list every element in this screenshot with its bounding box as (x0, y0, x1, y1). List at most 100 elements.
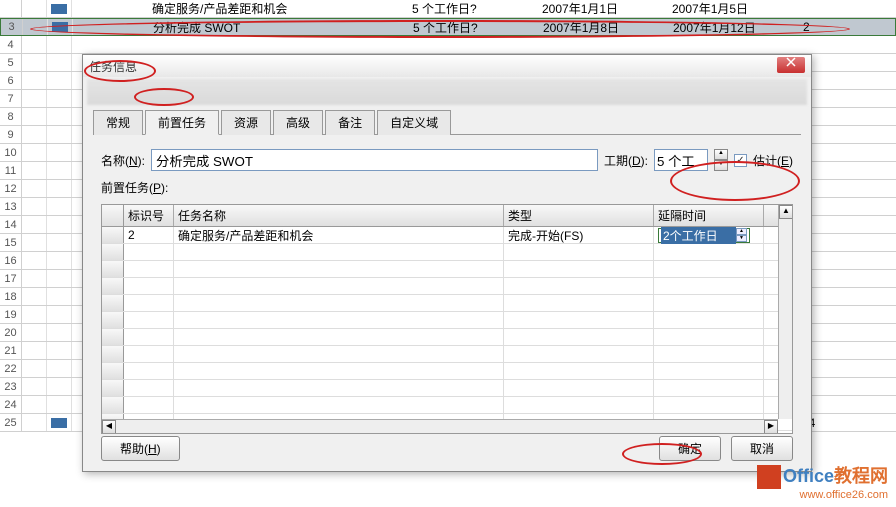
task-mode-icon (47, 162, 72, 179)
col-header-id[interactable]: 标识号 (124, 205, 174, 226)
grid-empty-row[interactable] (102, 329, 792, 346)
scroll-left-icon[interactable]: ◀ (102, 420, 116, 434)
row-number[interactable]: 22 (0, 360, 22, 377)
col-header-type[interactable]: 类型 (504, 205, 654, 226)
indicator-icon (22, 162, 47, 179)
row-number[interactable]: 21 (0, 342, 22, 359)
spin-up-icon[interactable]: ▲ (714, 149, 728, 160)
task-mode-icon (47, 396, 72, 413)
duration-cell[interactable]: 5 个工作日? (412, 0, 542, 17)
start-date-cell[interactable]: 2007年1月8日 (543, 19, 673, 36)
row-number[interactable]: 9 (0, 126, 22, 143)
dialog-title-text: 任务信息 (89, 58, 137, 75)
row-number[interactable]: 20 (0, 324, 22, 341)
lag-input[interactable]: 2个工作日 ▲ ▼ (658, 228, 750, 243)
predecessor-cell[interactable]: 24 (802, 416, 882, 430)
grid-empty-row[interactable] (102, 380, 792, 397)
row-number[interactable] (0, 0, 22, 17)
sheet-row[interactable]: 确定服务/产品差距和机会5 个工作日?2007年1月1日2007年1月5日 (0, 0, 896, 18)
row-number[interactable]: 5 (0, 54, 22, 71)
task-mode-icon (47, 324, 72, 341)
indicator-icon (22, 72, 47, 89)
task-mode-icon (47, 288, 72, 305)
row-number[interactable]: 24 (0, 396, 22, 413)
row-header[interactable] (102, 227, 124, 243)
sheet-row[interactable]: 4 (0, 36, 896, 54)
task-name-cell[interactable]: 分析完成 SWOT (73, 19, 413, 36)
row-number[interactable]: 14 (0, 216, 22, 233)
task-mode-icon (47, 54, 72, 71)
cell-type[interactable]: 完成-开始(FS) (504, 227, 654, 243)
cell-lag[interactable]: 2个工作日 ▲ ▼ (654, 227, 764, 243)
col-header-lag[interactable]: 延隔时间 (654, 205, 764, 226)
tab-5[interactable]: 自定义域 (377, 110, 451, 135)
watermark-icon (757, 465, 781, 489)
close-button[interactable] (777, 57, 805, 73)
row-number[interactable]: 3 (1, 19, 23, 35)
duration-input[interactable] (654, 149, 708, 171)
lag-spin-up-icon[interactable]: ▲ (736, 228, 747, 235)
finish-date-cell[interactable]: 2007年1月12日 (673, 19, 803, 36)
grid-empty-row[interactable] (102, 312, 792, 329)
row-number[interactable]: 13 (0, 198, 22, 215)
finish-date-cell[interactable]: 2007年1月5日 (672, 0, 802, 17)
row-number[interactable]: 17 (0, 270, 22, 287)
indicator-icon (23, 19, 48, 35)
row-number[interactable]: 8 (0, 108, 22, 125)
cancel-button[interactable]: 取消 (731, 436, 793, 461)
grid-empty-row[interactable] (102, 261, 792, 278)
help-button[interactable]: 帮助(H) (101, 436, 180, 461)
grid-empty-row[interactable] (102, 397, 792, 414)
grid-empty-row[interactable] (102, 363, 792, 380)
row-number[interactable]: 7 (0, 90, 22, 107)
row-number[interactable]: 11 (0, 162, 22, 179)
row-number[interactable]: 18 (0, 288, 22, 305)
grid-empty-row[interactable] (102, 295, 792, 312)
scroll-up-icon[interactable]: ▲ (779, 205, 793, 219)
grid-empty-row[interactable] (102, 244, 792, 261)
cell-id[interactable]: 2 (124, 227, 174, 243)
row-number[interactable]: 12 (0, 180, 22, 197)
tab-3[interactable]: 高级 (273, 110, 323, 135)
grid-empty-row[interactable] (102, 278, 792, 295)
row-number[interactable]: 25 (0, 414, 22, 431)
row-number[interactable]: 19 (0, 306, 22, 323)
tab-2[interactable]: 资源 (221, 110, 271, 135)
indicator-icon (22, 378, 47, 395)
grid-data-row[interactable]: 2 确定服务/产品差距和机会 完成-开始(FS) 2个工作日 ▲ ▼ (102, 227, 792, 244)
indicator-icon (22, 252, 47, 269)
estimate-checkbox[interactable] (734, 154, 747, 167)
scroll-right-icon[interactable]: ▶ (764, 420, 778, 434)
row-number[interactable]: 4 (0, 36, 22, 53)
ok-button[interactable]: 确定 (659, 436, 721, 461)
estimate-label: 估计(E) (753, 152, 793, 169)
start-date-cell[interactable]: 2007年1月1日 (542, 0, 672, 17)
task-name-cell[interactable]: 确定服务/产品差距和机会 (72, 0, 412, 17)
row-number[interactable]: 16 (0, 252, 22, 269)
row-number[interactable]: 23 (0, 378, 22, 395)
indicator-icon (22, 306, 47, 323)
row-number[interactable]: 15 (0, 234, 22, 251)
watermark: Office教程网 www.office26.com (757, 462, 888, 501)
grid-empty-row[interactable] (102, 346, 792, 363)
grid-vscrollbar[interactable]: ▲ (778, 205, 792, 419)
col-header-name[interactable]: 任务名称 (174, 205, 504, 226)
sheet-row[interactable]: 3 分析完成 SWOT5 个工作日?2007年1月8日2007年1月12日2 (0, 18, 896, 36)
predecessors-grid[interactable]: 标识号 任务名称 类型 延隔时间 2 确定服务/产品差距和机会 完成-开始(FS… (101, 204, 793, 434)
name-input[interactable] (151, 149, 598, 171)
grid-hscrollbar[interactable]: ◀ ▶ (102, 419, 778, 433)
dialog-titlebar[interactable]: 任务信息 (83, 55, 811, 77)
spin-down-icon[interactable]: ▼ (714, 160, 728, 171)
dialog-toolbar-blur (87, 79, 807, 105)
cell-name[interactable]: 确定服务/产品差距和机会 (174, 227, 504, 243)
tab-0[interactable]: 常规 (93, 110, 143, 135)
duration-spinner[interactable]: ▲ ▼ (714, 149, 728, 171)
duration-cell[interactable]: 5 个工作日? (413, 19, 543, 36)
row-number[interactable]: 6 (0, 72, 22, 89)
predecessor-cell[interactable]: 2 (803, 20, 883, 34)
tab-1[interactable]: 前置任务 (145, 110, 219, 135)
lag-spin-down-icon[interactable]: ▼ (736, 235, 747, 242)
tab-4[interactable]: 备注 (325, 110, 375, 135)
task-mode-icon (47, 360, 72, 377)
row-number[interactable]: 10 (0, 144, 22, 161)
